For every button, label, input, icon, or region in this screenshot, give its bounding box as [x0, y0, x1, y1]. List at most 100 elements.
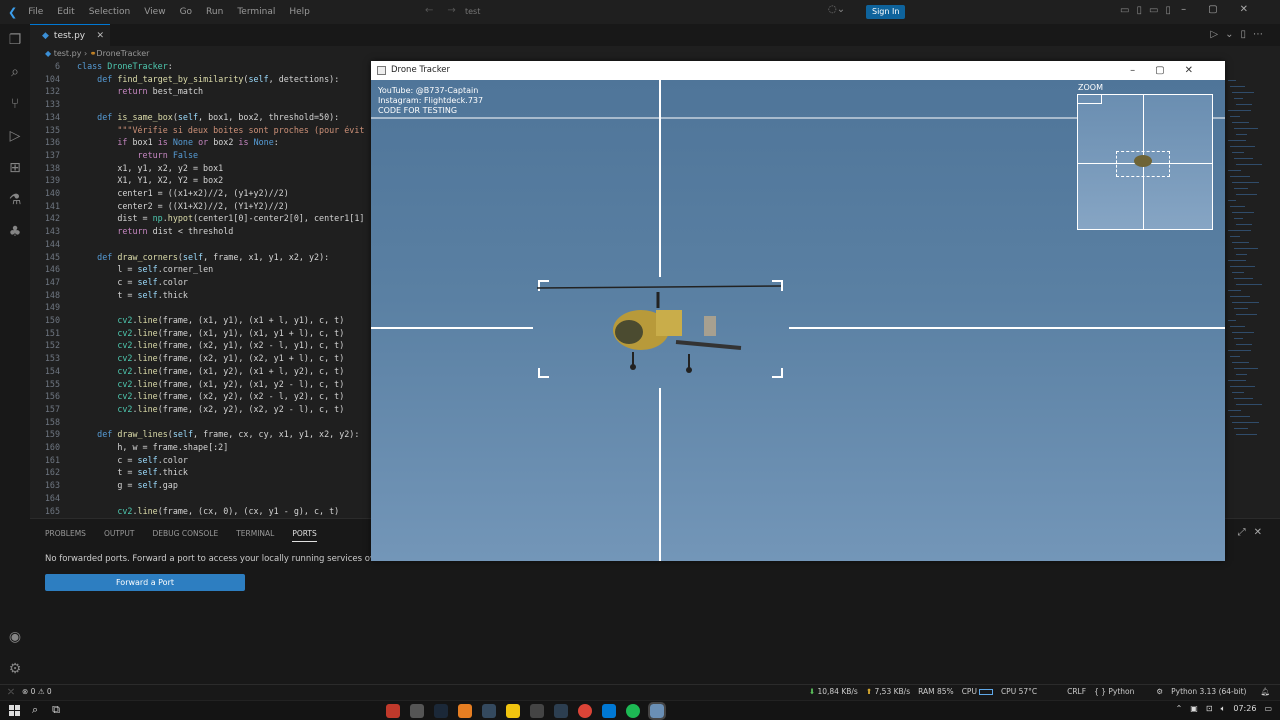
breadcrumb-symbol[interactable]: DroneTracker: [96, 49, 149, 58]
menu-help[interactable]: Help: [288, 7, 311, 17]
window-buttons[interactable]: –▢✕: [1130, 61, 1213, 80]
menu-file[interactable]: File: [27, 7, 44, 17]
explorer-icon[interactable]: ❐: [7, 32, 23, 48]
account-icon[interactable]: ◉: [7, 629, 23, 645]
app-icon-1[interactable]: [386, 704, 400, 718]
notification-icon[interactable]: ▭: [1264, 704, 1272, 714]
code-line[interactable]: 162 t = self.thick: [30, 466, 370, 479]
tray-chevron-up-icon[interactable]: ⌃: [1176, 704, 1183, 714]
tray-app-icon[interactable]: ▣: [1190, 704, 1198, 714]
app-icon-2[interactable]: [410, 704, 424, 718]
python-interpreter[interactable]: Python 3.13 (64-bit): [1171, 687, 1246, 696]
code-editor[interactable]: 6 class DroneTracker: 104 def find_target_…: [30, 60, 370, 518]
menu-go[interactable]: Go: [179, 7, 193, 17]
python-icon[interactable]: ♣: [7, 224, 23, 240]
command-center-search[interactable]: test: [457, 4, 817, 20]
code-line[interactable]: 142 dist = np.hypot(center1[0]-center2[0…: [30, 212, 370, 225]
tab-test-py[interactable]: ◆ test.py ✕: [30, 24, 110, 46]
code-line[interactable]: 165 cv2.line(frame, (cx, 0), (cx, y1 - g…: [30, 505, 370, 518]
app-icon-8[interactable]: [554, 704, 568, 718]
code-line[interactable]: 135 """Vérifie si deux boites sont proch…: [30, 124, 370, 137]
code-line[interactable]: 151 cv2.line(frame, (x1, y1), (x1, y1 + …: [30, 327, 370, 340]
code-line[interactable]: 161 c = self.color: [30, 454, 370, 467]
code-line[interactable]: 138 x1, y1, x2, y2 = box1: [30, 162, 370, 175]
search-icon[interactable]: ⌕: [7, 64, 23, 80]
bell-icon[interactable]: 🔔︎: [1260, 687, 1270, 696]
window-controls[interactable]: –▢✕: [1181, 4, 1270, 15]
code-line[interactable]: 152 cv2.line(frame, (x2, y1), (x2 - l, y…: [30, 339, 370, 352]
layout-toggle-icons[interactable]: ▭▯▭▯: [1120, 5, 1178, 16]
code-line[interactable]: 157 cv2.line(frame, (x2, y2), (x2, y2 - …: [30, 403, 370, 416]
code-line[interactable]: 160 h, w = frame.shape[:2]: [30, 441, 370, 454]
code-line[interactable]: 147 c = self.color: [30, 276, 370, 289]
menu-view[interactable]: View: [143, 7, 166, 17]
editor-actions[interactable]: ▷⌄▯⋯: [1210, 29, 1270, 40]
code-line[interactable]: 156 cv2.line(frame, (x2, y2), (x2 - l, y…: [30, 390, 370, 403]
app-icon-5[interactable]: [482, 704, 496, 718]
menu-terminal[interactable]: Terminal: [236, 7, 276, 17]
tab-ports[interactable]: PORTS: [292, 529, 317, 542]
code-line[interactable]: 136 if box1 is None or box2 is None:: [30, 136, 370, 149]
clock[interactable]: 07:26: [1233, 704, 1256, 714]
testing-icon[interactable]: ⚗: [7, 192, 23, 208]
code-line[interactable]: 158: [30, 416, 370, 429]
folder-icon[interactable]: [506, 704, 520, 718]
code-line[interactable]: 148 t = self.thick: [30, 289, 370, 302]
menu-run[interactable]: Run: [205, 7, 224, 17]
language-mode[interactable]: { } Python: [1094, 687, 1134, 696]
app-icon-7[interactable]: [530, 704, 544, 718]
extensions-icon[interactable]: ⊞: [7, 160, 23, 176]
taskbar-search-icon[interactable]: ⌕⧉: [32, 703, 74, 717]
minimap[interactable]: [1226, 60, 1276, 518]
code-line[interactable]: 145 def draw_corners(self, frame, x1, y1…: [30, 251, 370, 264]
forward-port-button[interactable]: Forward a Port: [45, 574, 245, 591]
problems-count[interactable]: ⊗ 0 ⚠ 0: [22, 687, 52, 697]
spotify-icon[interactable]: [626, 704, 640, 718]
code-line[interactable]: 155 cv2.line(frame, (x1, y2), (x1, y2 - …: [30, 378, 370, 391]
code-line[interactable]: 139 X1, Y1, X2, Y2 = box2: [30, 174, 370, 187]
code-line[interactable]: 144: [30, 238, 370, 251]
tab-terminal[interactable]: TERMINAL: [236, 529, 274, 542]
panel-controls[interactable]: ⤢✕: [1238, 527, 1270, 538]
code-line[interactable]: 134 def is_same_box(self, box1, box2, th…: [30, 111, 370, 124]
code-line[interactable]: 146 l = self.corner_len: [30, 263, 370, 276]
sign-in-button[interactable]: Sign In: [866, 5, 906, 19]
code-line[interactable]: 141 center2 = ((X1+X2)//2, (Y1+Y2)//2): [30, 200, 370, 213]
code-line[interactable]: 140 center1 = ((x1+x2)//2, (y1+y2)//2): [30, 187, 370, 200]
vscode-taskbar-icon[interactable]: [602, 704, 616, 718]
code-line[interactable]: 104 def find_target_by_similarity(self, …: [30, 73, 370, 86]
tab-output[interactable]: OUTPUT: [104, 529, 135, 542]
code-line[interactable]: 6 class DroneTracker:: [30, 60, 370, 73]
code-line[interactable]: 132 return best_match: [30, 85, 370, 98]
close-icon[interactable]: ✕: [96, 31, 104, 41]
tab-problems[interactable]: PROBLEMS: [45, 529, 86, 542]
code-line[interactable]: 143 return dist < threshold: [30, 225, 370, 238]
code-line[interactable]: 154 cv2.line(frame, (x1, y2), (x1 + l, y…: [30, 365, 370, 378]
code-line[interactable]: 153 cv2.line(frame, (x2, y1), (x2, y1 + …: [30, 352, 370, 365]
copilot-icon[interactable]: ◌⌄: [828, 4, 845, 15]
code-line[interactable]: 149: [30, 301, 370, 314]
settings-gear-icon[interactable]: ⚙: [7, 661, 23, 677]
app-icon-4[interactable]: [458, 704, 472, 718]
source-control-icon[interactable]: ⑂: [7, 96, 23, 112]
code-line[interactable]: 159 def draw_lines(self, frame, cx, cy, …: [30, 428, 370, 441]
volume-icon[interactable]: 🔈︎: [1221, 704, 1226, 714]
breadcrumb-file[interactable]: test.py: [54, 49, 82, 58]
eol-indicator[interactable]: CRLF: [1067, 687, 1086, 696]
menu-edit[interactable]: Edit: [56, 7, 75, 17]
windows-start-icon[interactable]: [9, 705, 20, 716]
code-line[interactable]: 150 cv2.line(frame, (x1, y1), (x1 + l, y…: [30, 314, 370, 327]
code-line[interactable]: 133: [30, 98, 370, 111]
menu-selection[interactable]: Selection: [88, 7, 131, 17]
remote-icon[interactable]: ⤫: [8, 687, 14, 697]
code-line[interactable]: 137 return False: [30, 149, 370, 162]
chrome-icon[interactable]: [578, 704, 592, 718]
drone-app-icon[interactable]: [648, 702, 666, 720]
window-title-bar[interactable]: Drone Tracker: [371, 61, 1225, 80]
code-line[interactable]: 164: [30, 492, 370, 505]
steam-icon[interactable]: [434, 704, 448, 718]
python-env-icon[interactable]: ⚙: [1156, 687, 1163, 696]
code-line[interactable]: 163 g = self.gap: [30, 479, 370, 492]
tray-network-icon[interactable]: ⊡: [1206, 704, 1213, 714]
tab-debug-console[interactable]: DEBUG CONSOLE: [153, 529, 219, 542]
